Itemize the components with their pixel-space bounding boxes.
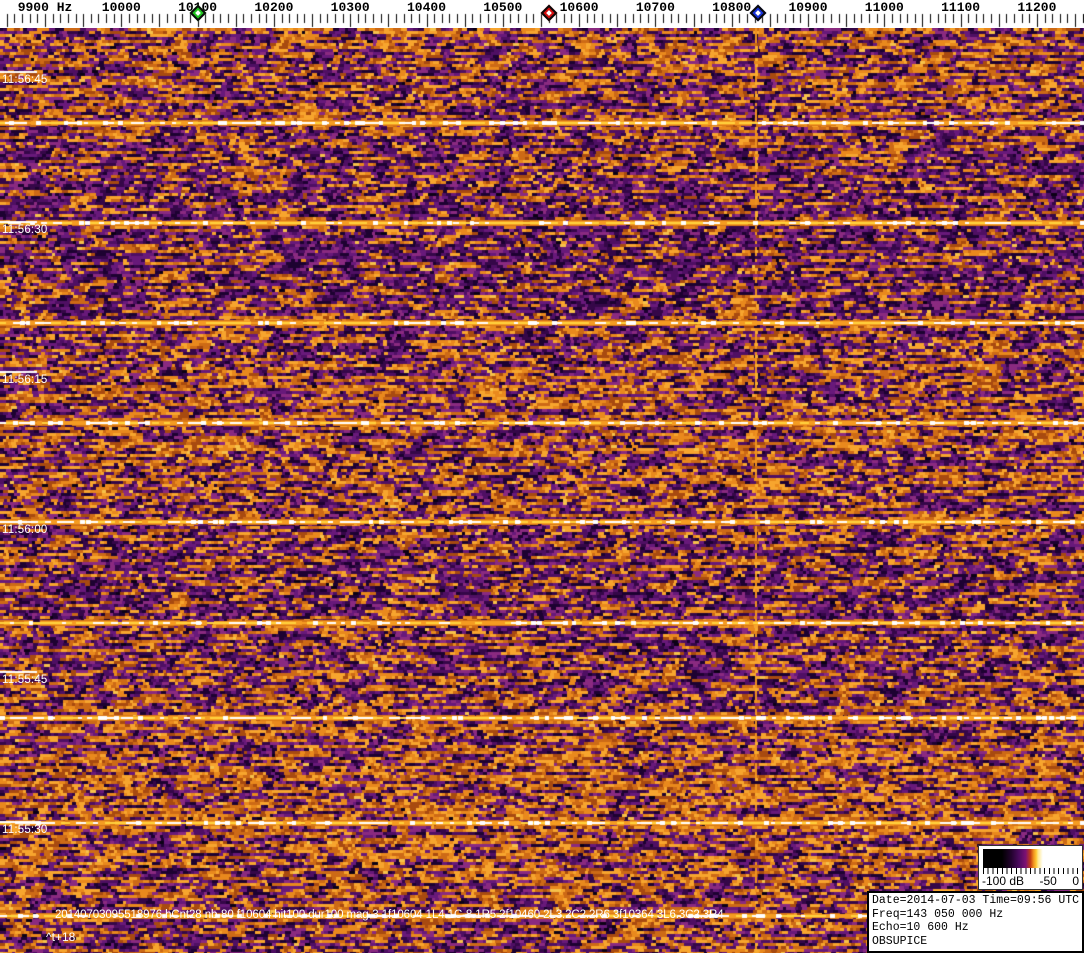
time-label: 11:56:15	[2, 374, 48, 386]
freq-axis-label: 10800	[712, 0, 752, 15]
freq-axis-label: 11100	[941, 0, 981, 15]
time-offset-label: ^t+18	[46, 930, 76, 944]
time-label: 11:55:45	[2, 674, 48, 686]
freq-axis-label: 10400	[406, 0, 447, 15]
time-label: 11:55:30	[2, 824, 48, 836]
colorbar-label-max: 0	[1072, 874, 1079, 888]
marker-center-dot	[194, 10, 201, 16]
detection-text: 20140703095518976 hCnt28 nb-80 f10604 hi…	[55, 909, 724, 921]
freq-axis-label: 11000	[864, 0, 904, 15]
colorbar-labels: -100 dB -50 0	[982, 874, 1079, 888]
freq-axis-label: 9900 Hz	[17, 0, 73, 15]
freq-axis-label: 10600	[559, 0, 599, 15]
frequency-axis: 9900 Hz100001010010200103001040010500106…	[0, 0, 1084, 28]
time-label: 11:56:30	[2, 224, 48, 236]
time-label: 11:56:00	[2, 524, 48, 536]
freq-axis-label: 10500	[483, 0, 523, 15]
marker-center-dot	[545, 10, 552, 16]
info-frequency: Freq=143 050 000 Hz	[872, 907, 1004, 921]
info-date-time: Date=2014-07-03 Time=09:56 UTC	[872, 894, 1080, 907]
info-station: OBSUPICE	[872, 934, 928, 948]
spectrogram-screen: 9900 Hz100001010010200103001040010500106…	[0, 0, 1084, 953]
freq-axis-label: 11200	[1017, 0, 1057, 15]
freq-axis-label: 10200	[254, 0, 294, 15]
freq-axis-label: 10300	[330, 0, 370, 15]
freq-axis-label: 10000	[101, 0, 141, 15]
colorbar-label-mid: -50	[1039, 874, 1057, 888]
info-echo: Echo=10 600 Hz	[872, 921, 969, 934]
marker-center-dot	[755, 10, 762, 16]
colorbar-label-min: -100 dB	[982, 874, 1025, 888]
spectrogram-canvas	[0, 28, 1084, 953]
freq-axis-label: 10700	[635, 0, 675, 15]
freq-axis-label: 10900	[788, 0, 828, 15]
observation-info-box: Date=2014-07-03 Time=09:56 UTC Freq=143 …	[867, 891, 1084, 953]
db-colorbar: -100 dB -50 0	[978, 845, 1083, 890]
colorbar-gradient	[983, 849, 1078, 868]
time-label: 11:56:45	[2, 74, 48, 86]
